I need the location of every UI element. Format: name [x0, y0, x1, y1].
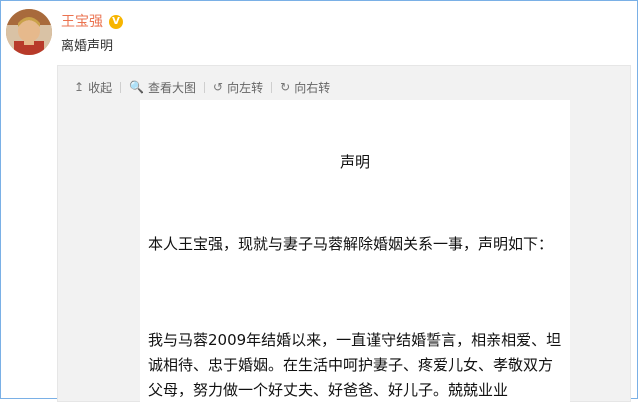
view-large-image-button[interactable]: 🔍 查看大图: [129, 79, 196, 96]
collapse-label: 收起: [88, 80, 113, 95]
magnifier-icon: 🔍: [129, 80, 145, 94]
rotate-right-label: 向右转: [294, 80, 331, 95]
post-text: 离婚声明: [61, 39, 114, 54]
view-large-label: 查看大图: [148, 80, 197, 95]
author-name-link[interactable]: 王宝强: [61, 13, 103, 31]
media-toolbar: ↥ 收起 🔍 查看大图 ↺ 向左转 ↻ 向右转: [74, 78, 330, 96]
collapse-button[interactable]: ↥ 收起: [74, 79, 112, 96]
rotate-left-icon: ↺: [213, 80, 224, 94]
author-avatar[interactable]: [6, 9, 52, 55]
weibo-post-card: 王宝强 V 离婚声明 ↥ 收起 🔍 查看大图 ↺ 向左转 ↻ 向右转 声明 本人…: [0, 0, 638, 410]
avatar-image: [6, 9, 52, 55]
author-name-row: 王宝强 V: [61, 13, 123, 31]
statement-paragraph-2: 我与马蓉2009年结婚以来，一直谨守结婚誓言，相亲相爱、坦诚相待、忠于婚姻。在生…: [148, 331, 562, 399]
rotate-right-button[interactable]: ↻ 向右转: [280, 79, 330, 96]
collapse-arrow-icon: ↥: [74, 80, 85, 94]
toolbar-divider: [271, 81, 273, 93]
media-expanded-view: ↥ 收起 🔍 查看大图 ↺ 向左转 ↻ 向右转 声明 本人王宝强，现就与妻子马蓉…: [57, 65, 631, 410]
statement-title: 声明: [339, 153, 370, 171]
rotate-right-icon: ↻: [280, 80, 291, 94]
statement-paragraph-1: 本人王宝强，现就与妻子马蓉解除婚姻关系一事，声明如下：: [148, 235, 554, 253]
toolbar-divider: [120, 81, 122, 93]
rotate-left-label: 向左转: [227, 80, 264, 95]
toolbar-divider: [204, 81, 206, 93]
rotate-left-button[interactable]: ↺ 向左转: [213, 79, 263, 96]
verified-badge-icon: V: [109, 15, 123, 29]
statement-image[interactable]: 声明 本人王宝强，现就与妻子马蓉解除婚姻关系一事，声明如下： 我与马蓉2009年…: [140, 100, 570, 410]
